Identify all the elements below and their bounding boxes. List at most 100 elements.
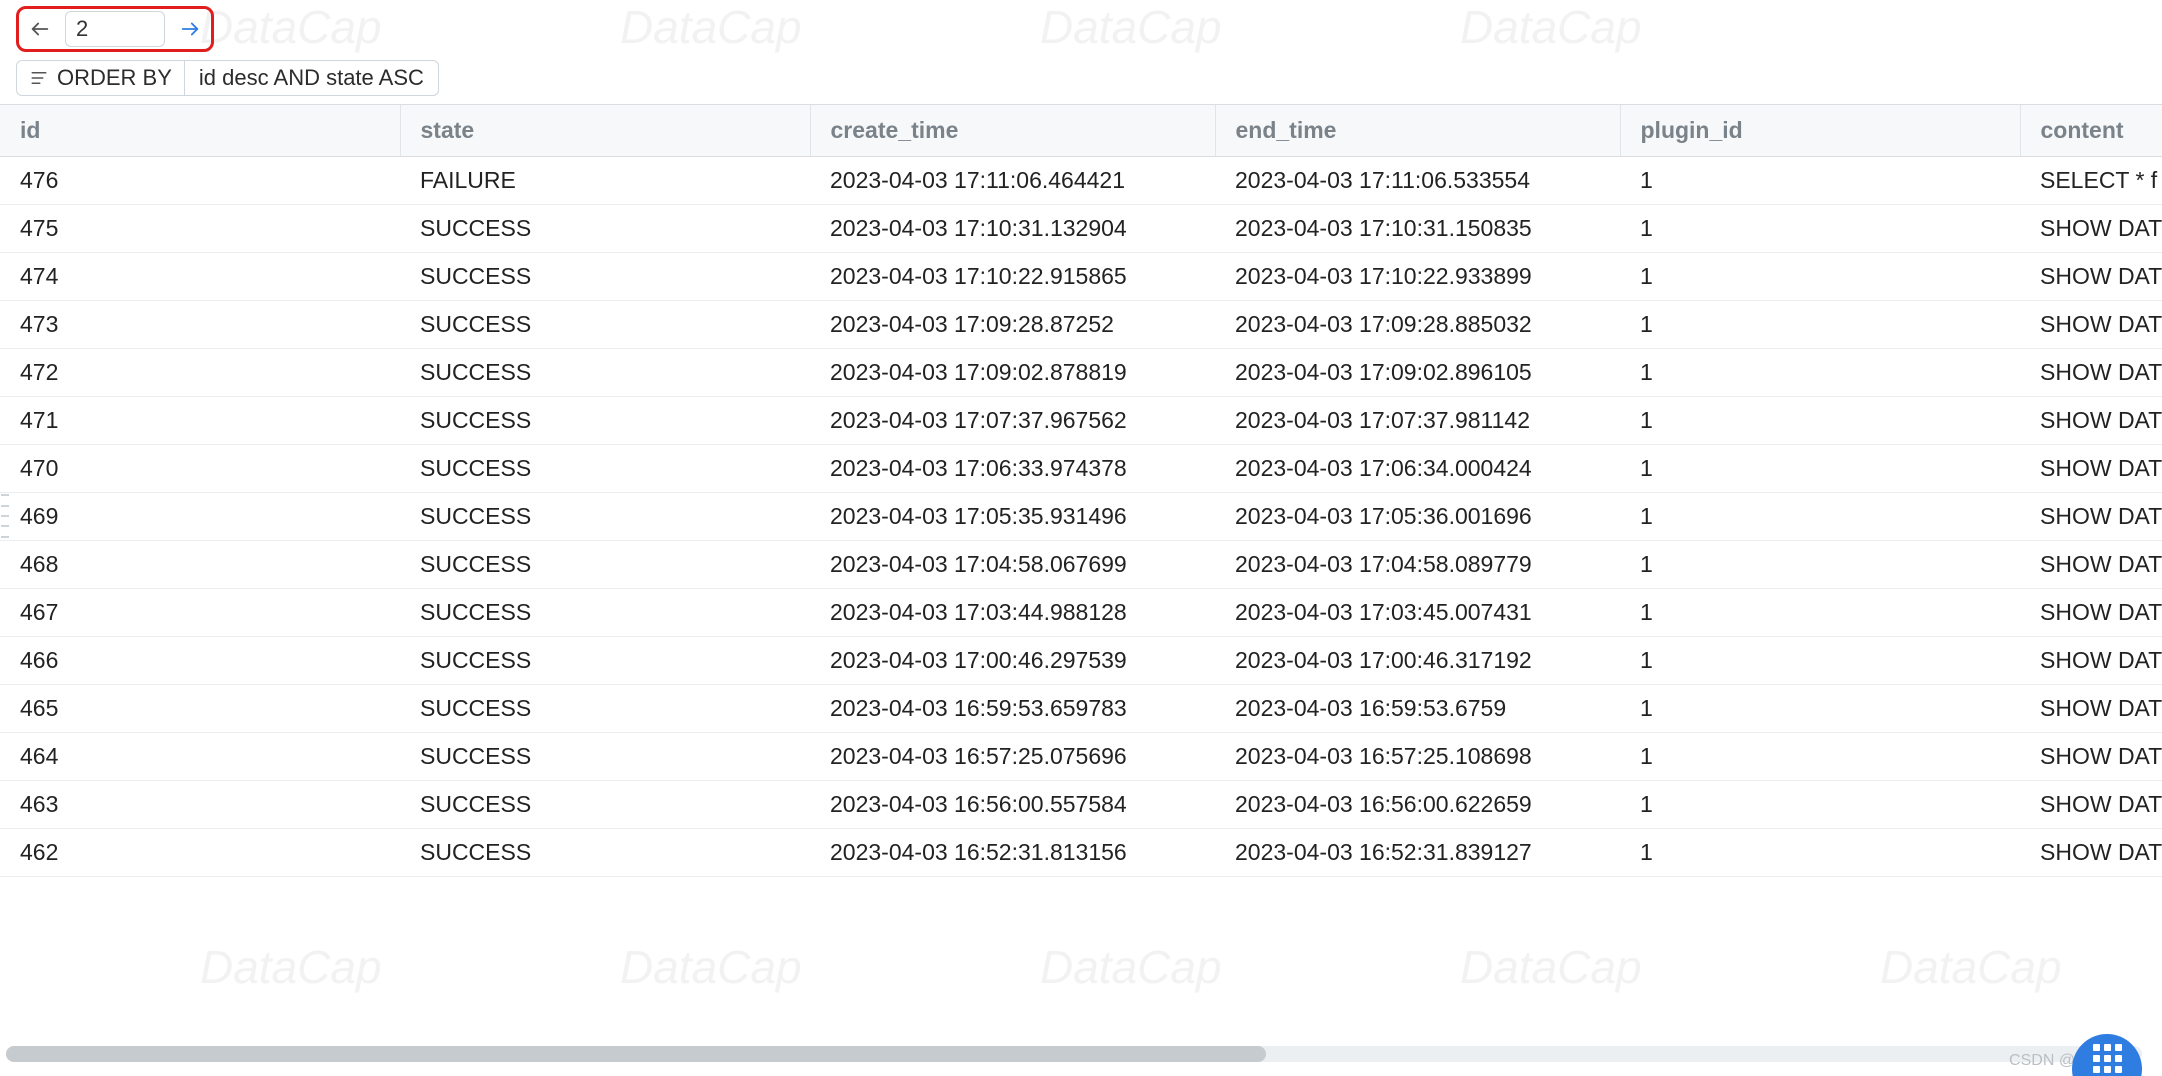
apps-button[interactable] <box>2072 1034 2142 1076</box>
table-row[interactable]: 472SUCCESS2023-04-03 17:09:02.8788192023… <box>0 349 2162 397</box>
table-row[interactable]: 465SUCCESS2023-04-03 16:59:53.6597832023… <box>0 685 2162 733</box>
watermark: DataCap <box>200 940 382 994</box>
cell-create_time: 2023-04-03 17:00:46.297539 <box>810 637 1215 685</box>
cell-content: SHOW DAT <box>2020 733 2162 781</box>
cell-state: SUCCESS <box>400 301 810 349</box>
cell-plugin_id: 1 <box>1620 253 2020 301</box>
cell-end_time: 2023-04-03 17:10:31.150835 <box>1215 205 1620 253</box>
cell-end_time: 2023-04-03 16:52:31.839127 <box>1215 829 1620 877</box>
cell-content: SHOW DAT <box>2020 829 2162 877</box>
order-by-label: ORDER BY <box>57 65 172 91</box>
cell-state: SUCCESS <box>400 541 810 589</box>
horizontal-scrollbar[interactable] <box>6 1046 2142 1062</box>
cell-plugin_id: 1 <box>1620 493 2020 541</box>
cell-end_time: 2023-04-03 17:05:36.001696 <box>1215 493 1620 541</box>
apps-grid-icon <box>2093 1044 2122 1073</box>
column-header-end-time[interactable]: end_time <box>1215 105 1620 157</box>
cell-end_time: 2023-04-03 17:09:02.896105 <box>1215 349 1620 397</box>
table-row[interactable]: 469SUCCESS2023-04-03 17:05:35.9314962023… <box>0 493 2162 541</box>
cell-create_time: 2023-04-03 16:59:53.659783 <box>810 685 1215 733</box>
cell-plugin_id: 1 <box>1620 637 2020 685</box>
cell-id: 475 <box>0 205 400 253</box>
table-header-row: id state create_time end_time plugin_id … <box>0 105 2162 157</box>
next-page-button[interactable] <box>175 14 205 44</box>
cell-id: 462 <box>0 829 400 877</box>
cell-plugin_id: 1 <box>1620 733 2020 781</box>
cell-id: 474 <box>0 253 400 301</box>
page-number-input[interactable] <box>65 11 165 47</box>
table-row[interactable]: 464SUCCESS2023-04-03 16:57:25.0756962023… <box>0 733 2162 781</box>
table-row[interactable]: 471SUCCESS2023-04-03 17:07:37.9675622023… <box>0 397 2162 445</box>
cell-id: 465 <box>0 685 400 733</box>
column-header-id[interactable]: id <box>0 105 400 157</box>
cell-create_time: 2023-04-03 17:07:37.967562 <box>810 397 1215 445</box>
table-row[interactable]: 463SUCCESS2023-04-03 16:56:00.5575842023… <box>0 781 2162 829</box>
resize-handle[interactable] <box>0 490 10 542</box>
cell-create_time: 2023-04-03 17:10:31.132904 <box>810 205 1215 253</box>
cell-state: SUCCESS <box>400 685 810 733</box>
cell-state: SUCCESS <box>400 781 810 829</box>
prev-page-button[interactable] <box>25 14 55 44</box>
column-header-plugin-id[interactable]: plugin_id <box>1620 105 2020 157</box>
cell-state: SUCCESS <box>400 733 810 781</box>
cell-content: SHOW DAT <box>2020 301 2162 349</box>
column-header-create-time[interactable]: create_time <box>810 105 1215 157</box>
cell-state: SUCCESS <box>400 445 810 493</box>
cell-plugin_id: 1 <box>1620 397 2020 445</box>
watermark: DataCap <box>620 940 802 994</box>
cell-plugin_id: 1 <box>1620 445 2020 493</box>
table-row[interactable]: 474SUCCESS2023-04-03 17:10:22.9158652023… <box>0 253 2162 301</box>
cell-create_time: 2023-04-03 17:06:33.974378 <box>810 445 1215 493</box>
cell-id: 467 <box>0 589 400 637</box>
column-header-content[interactable]: content <box>2020 105 2162 157</box>
table-row[interactable]: 462SUCCESS2023-04-03 16:52:31.8131562023… <box>0 829 2162 877</box>
cell-plugin_id: 1 <box>1620 685 2020 733</box>
cell-create_time: 2023-04-03 17:09:28.87252 <box>810 301 1215 349</box>
table-row[interactable]: 466SUCCESS2023-04-03 17:00:46.2975392023… <box>0 637 2162 685</box>
order-by-value-box[interactable]: id desc AND state ASC <box>184 60 439 96</box>
cell-create_time: 2023-04-03 17:09:02.878819 <box>810 349 1215 397</box>
column-header-state[interactable]: state <box>400 105 810 157</box>
cell-id: 473 <box>0 301 400 349</box>
cell-content: SHOW DAT <box>2020 685 2162 733</box>
table-row[interactable]: 475SUCCESS2023-04-03 17:10:31.1329042023… <box>0 205 2162 253</box>
cell-create_time: 2023-04-03 17:03:44.988128 <box>810 589 1215 637</box>
cell-create_time: 2023-04-03 16:57:25.075696 <box>810 733 1215 781</box>
table-row[interactable]: 473SUCCESS2023-04-03 17:09:28.872522023-… <box>0 301 2162 349</box>
cell-content: SHOW DAT <box>2020 445 2162 493</box>
cell-state: SUCCESS <box>400 253 810 301</box>
pager-toolbar <box>0 0 2162 54</box>
cell-plugin_id: 1 <box>1620 829 2020 877</box>
cell-id: 466 <box>0 637 400 685</box>
cell-id: 468 <box>0 541 400 589</box>
cell-end_time: 2023-04-03 17:11:06.533554 <box>1215 157 1620 205</box>
cell-content: SHOW DAT <box>2020 589 2162 637</box>
cell-create_time: 2023-04-03 17:10:22.915865 <box>810 253 1215 301</box>
cell-id: 464 <box>0 733 400 781</box>
table-row[interactable]: 476FAILURE2023-04-03 17:11:06.4644212023… <box>0 157 2162 205</box>
cell-plugin_id: 1 <box>1620 349 2020 397</box>
cell-id: 471 <box>0 397 400 445</box>
watermark: DataCap <box>1460 940 1642 994</box>
cell-state: SUCCESS <box>400 637 810 685</box>
arrow-right-icon <box>179 18 201 40</box>
cell-create_time: 2023-04-03 17:05:35.931496 <box>810 493 1215 541</box>
table-row[interactable]: 468SUCCESS2023-04-03 17:04:58.0676992023… <box>0 541 2162 589</box>
cell-state: SUCCESS <box>400 397 810 445</box>
cell-id: 476 <box>0 157 400 205</box>
scrollbar-thumb[interactable] <box>6 1046 1266 1062</box>
cell-content: SHOW DAT <box>2020 205 2162 253</box>
cell-id: 463 <box>0 781 400 829</box>
cell-create_time: 2023-04-03 17:11:06.464421 <box>810 157 1215 205</box>
cell-end_time: 2023-04-03 16:57:25.108698 <box>1215 733 1620 781</box>
cell-end_time: 2023-04-03 16:56:00.622659 <box>1215 781 1620 829</box>
table-row[interactable]: 467SUCCESS2023-04-03 17:03:44.9881282023… <box>0 589 2162 637</box>
cell-id: 472 <box>0 349 400 397</box>
cell-state: SUCCESS <box>400 493 810 541</box>
order-by-value: id desc AND state ASC <box>199 65 424 91</box>
cell-end_time: 2023-04-03 17:07:37.981142 <box>1215 397 1620 445</box>
order-by-bar: ORDER BY id desc AND state ASC <box>16 60 2146 96</box>
cell-content: SELECT * f <box>2020 157 2162 205</box>
cell-state: SUCCESS <box>400 205 810 253</box>
table-row[interactable]: 470SUCCESS2023-04-03 17:06:33.9743782023… <box>0 445 2162 493</box>
